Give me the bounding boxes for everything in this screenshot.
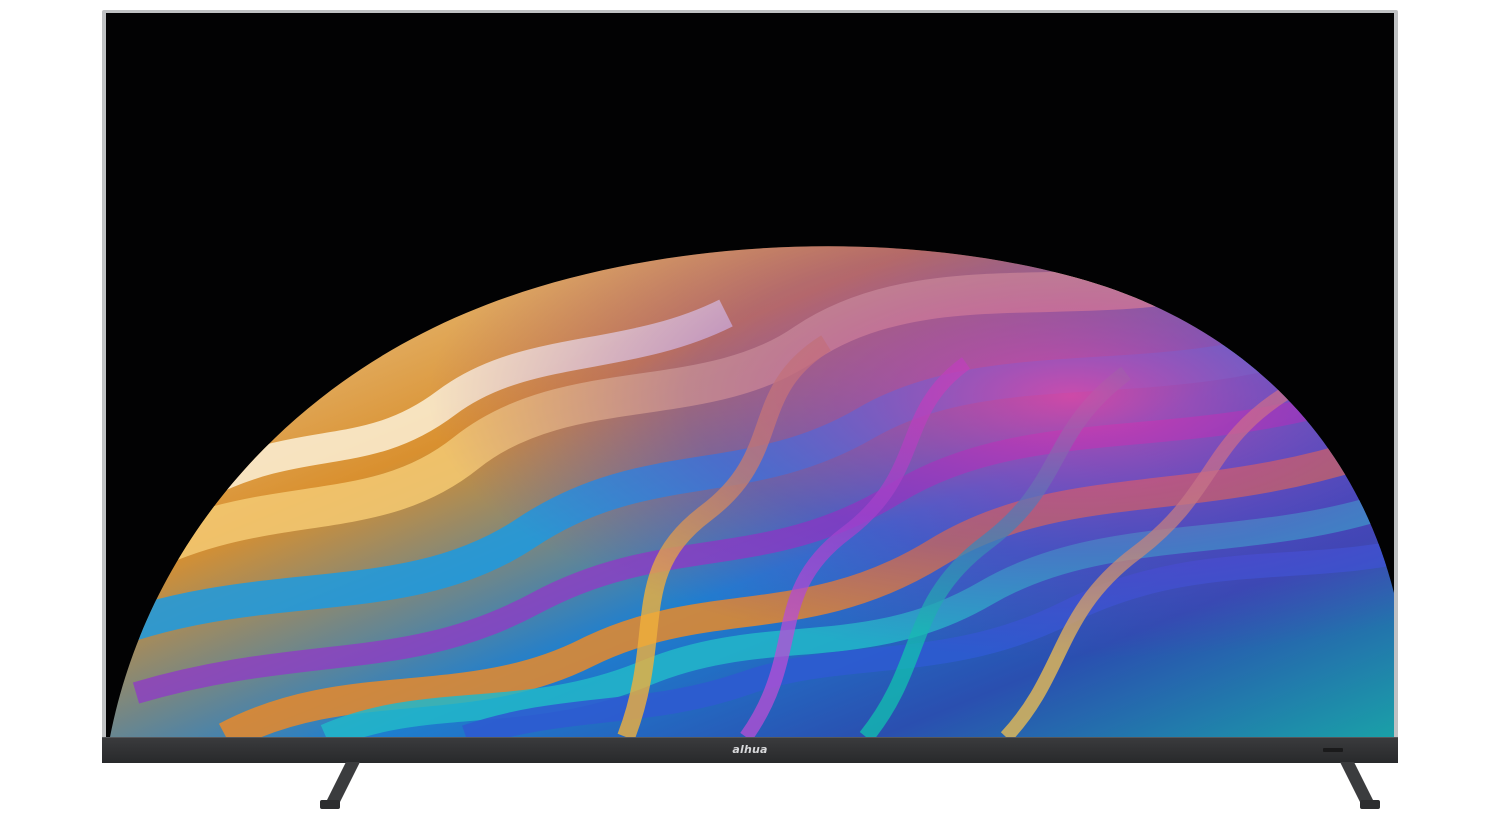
product-image-stage: alhua (0, 0, 1500, 825)
soap-bubble-wallpaper (110, 246, 1394, 737)
left-stand-leg (320, 762, 360, 809)
tv-screen (106, 13, 1394, 737)
ir-receiver (1323, 748, 1343, 752)
right-stand-leg (1340, 762, 1380, 809)
television: alhua (102, 10, 1398, 809)
brand-logo: alhua (732, 743, 768, 756)
tv-chin: alhua (102, 737, 1398, 763)
